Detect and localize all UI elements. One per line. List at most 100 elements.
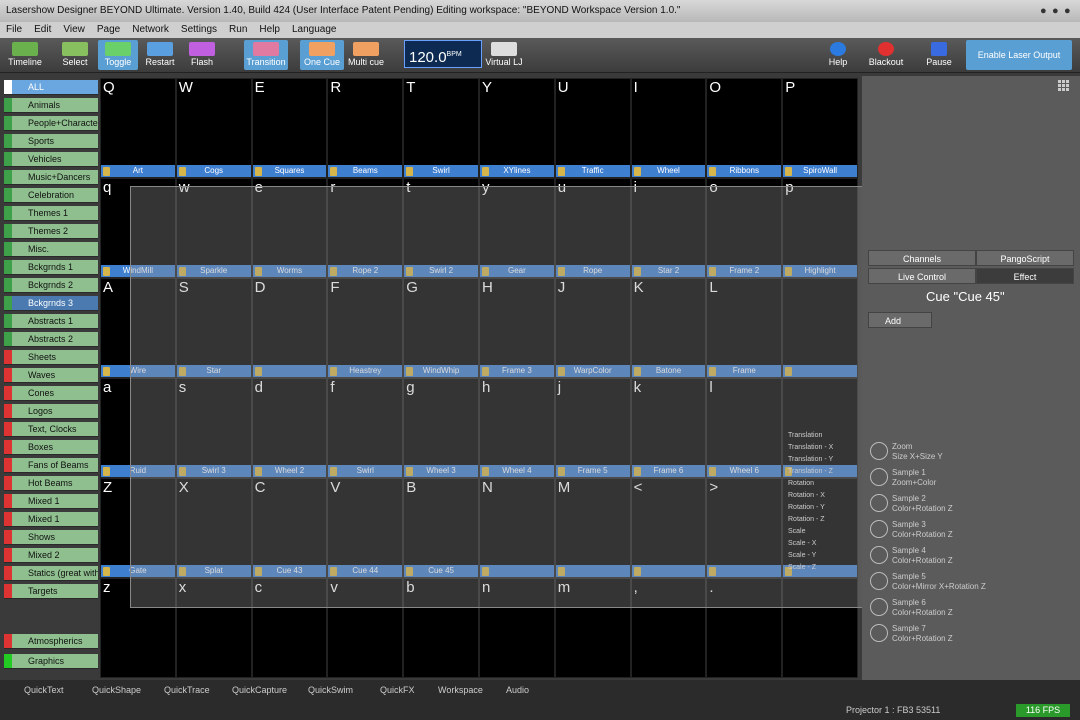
property-row[interactable]: Scale bbox=[784, 526, 860, 538]
sidebar-item[interactable]: Sports bbox=[4, 134, 98, 149]
sidebar-item[interactable]: Themes 1 bbox=[4, 206, 98, 221]
sidebar-item[interactable]: Bckgrnds 1 bbox=[4, 260, 98, 275]
menu-page[interactable]: Page bbox=[91, 22, 126, 38]
sidebar-item[interactable]: Hot Beams bbox=[4, 476, 98, 491]
sidebar-item[interactable]: Vehicles bbox=[4, 152, 98, 167]
tab-live-control[interactable]: Live Control bbox=[868, 268, 976, 284]
cue-cell[interactable]: P SpiroWall bbox=[782, 78, 858, 178]
effect-sample-icon[interactable] bbox=[870, 572, 888, 590]
sidebar-item[interactable]: Themes 2 bbox=[4, 224, 98, 239]
transition-button[interactable]: Transition bbox=[244, 40, 288, 70]
cue-cell[interactable]: R Beams bbox=[327, 78, 404, 178]
menu-view[interactable]: View bbox=[57, 22, 91, 38]
effect-sample-icon[interactable] bbox=[870, 598, 888, 616]
sidebar-item[interactable]: Sheets bbox=[4, 350, 98, 365]
minimize-icon[interactable]: ● bbox=[1040, 0, 1047, 22]
sidebar-item[interactable]: Mixed 2 bbox=[4, 548, 98, 563]
sidebar-item[interactable]: People+Characters bbox=[4, 116, 98, 131]
cue-cell[interactable]: U Traffic bbox=[554, 78, 631, 178]
property-row[interactable]: Rotation - Y bbox=[784, 502, 860, 514]
maximize-icon[interactable]: ● bbox=[1052, 0, 1059, 22]
property-row[interactable]: Rotation bbox=[784, 478, 860, 490]
sidebar-item[interactable]: Animals bbox=[4, 98, 98, 113]
effect-sample-icon[interactable] bbox=[870, 468, 888, 486]
sidebar-item[interactable]: Waves bbox=[4, 368, 98, 383]
tab-channels[interactable]: Channels bbox=[868, 250, 976, 266]
tab-pangoscript[interactable]: PangoScript bbox=[976, 250, 1074, 266]
sidebar-item[interactable]: Bckgrnds 3 bbox=[4, 296, 98, 311]
sidebar-item[interactable]: Abstracts 2 bbox=[4, 332, 98, 347]
menu-help[interactable]: Help bbox=[253, 22, 286, 38]
sidebar-item[interactable]: Bckgrnds 2 bbox=[4, 278, 98, 293]
bottom-tab[interactable]: QuickSwim bbox=[290, 682, 353, 698]
pause-button[interactable]: Pause bbox=[922, 40, 956, 70]
cue-cell[interactable]: W Cogs bbox=[175, 78, 252, 178]
one-cue-button[interactable]: One Cue bbox=[300, 40, 344, 70]
property-row[interactable]: Translation - X bbox=[784, 442, 860, 454]
close-icon[interactable]: ● bbox=[1064, 0, 1071, 22]
restart-button[interactable]: Restart bbox=[142, 40, 178, 70]
select-button[interactable]: Select bbox=[52, 40, 98, 70]
enable-laser-button[interactable]: Enable Laser Output bbox=[966, 40, 1072, 70]
sidebar-item[interactable]: Mixed 1 bbox=[4, 512, 98, 527]
sidebar-item[interactable]: Fans of Beams bbox=[4, 458, 98, 473]
cue-cell[interactable]: E Squares bbox=[251, 78, 328, 178]
menu-file[interactable]: File bbox=[0, 22, 28, 38]
property-row[interactable]: Translation - Y bbox=[784, 454, 860, 466]
sidebar-item[interactable]: Cones bbox=[4, 386, 98, 401]
sidebar-bottom-item[interactable]: Atmospherics bbox=[4, 634, 98, 649]
bottom-tab[interactable]: QuickFX bbox=[362, 682, 415, 698]
flash-button[interactable]: Flash bbox=[184, 40, 220, 70]
sidebar-item[interactable]: Mixed 1 bbox=[4, 494, 98, 509]
sidebar-item[interactable]: Boxes bbox=[4, 440, 98, 455]
sidebar-item[interactable]: Targets bbox=[4, 584, 98, 599]
effect-sample-icon[interactable] bbox=[870, 494, 888, 512]
sidebar-item[interactable]: Shows bbox=[4, 530, 98, 545]
property-row[interactable]: Scale - Y bbox=[784, 550, 860, 562]
grid-view-icon[interactable] bbox=[1058, 80, 1070, 92]
sidebar-bottom-item[interactable]: Graphics bbox=[4, 654, 98, 669]
add-effect-button[interactable]: Add bbox=[868, 312, 932, 328]
timeline-button[interactable]: Timeline bbox=[4, 40, 46, 70]
property-row[interactable]: Scale - X bbox=[784, 538, 860, 550]
effect-sample-icon[interactable] bbox=[870, 624, 888, 642]
property-row[interactable]: Rotation - Z bbox=[784, 514, 860, 526]
virtual-lj-button[interactable]: Virtual LJ bbox=[484, 40, 524, 70]
menu-settings[interactable]: Settings bbox=[175, 22, 223, 38]
tab-effect[interactable]: Effect bbox=[976, 268, 1074, 284]
multi-cue-button[interactable]: Multi cue bbox=[346, 40, 386, 70]
sidebar-item[interactable]: Celebration bbox=[4, 188, 98, 203]
menu-language[interactable]: Language bbox=[286, 22, 343, 38]
effect-sample-icon[interactable] bbox=[870, 520, 888, 538]
bottom-tab[interactable]: Audio bbox=[488, 682, 529, 698]
sidebar-item[interactable]: Statics (great with... bbox=[4, 566, 98, 581]
cue-cell[interactable]: T Swirl bbox=[403, 78, 479, 178]
menu-run[interactable]: Run bbox=[223, 22, 253, 38]
help-button[interactable]: Help bbox=[824, 40, 852, 70]
property-row[interactable]: Translation - Z bbox=[784, 466, 860, 478]
bottom-tab[interactable]: Workspace bbox=[420, 682, 483, 698]
property-row[interactable]: Scale - Z bbox=[784, 562, 860, 574]
menu-edit[interactable]: Edit bbox=[28, 22, 57, 38]
cue-cell[interactable]: I Wheel bbox=[630, 78, 707, 178]
cue-cell[interactable]: Y XYlines bbox=[479, 78, 555, 178]
cue-cell[interactable]: Q Art bbox=[100, 78, 176, 178]
menu-network[interactable]: Network bbox=[126, 22, 175, 38]
effect-sample-icon[interactable] bbox=[870, 546, 888, 564]
property-row[interactable]: Translation bbox=[784, 430, 860, 442]
bottom-tab[interactable]: QuickText bbox=[6, 682, 64, 698]
sidebar-item[interactable]: Abstracts 1 bbox=[4, 314, 98, 329]
bpm-display[interactable]: 120.0BPM bbox=[404, 40, 482, 68]
sidebar-item[interactable]: Music+Dancers bbox=[4, 170, 98, 185]
sidebar-item[interactable]: Misc. bbox=[4, 242, 98, 257]
sidebar-item[interactable]: Text, Clocks bbox=[4, 422, 98, 437]
sidebar-item[interactable]: Logos bbox=[4, 404, 98, 419]
sidebar-item[interactable]: ALL bbox=[4, 80, 98, 95]
property-row[interactable]: Rotation - X bbox=[784, 490, 860, 502]
bottom-tab[interactable]: QuickCapture bbox=[214, 682, 287, 698]
bottom-tab[interactable]: QuickShape bbox=[74, 682, 141, 698]
bottom-tab[interactable]: QuickTrace bbox=[146, 682, 210, 698]
blackout-button[interactable]: Blackout bbox=[866, 40, 906, 70]
cue-cell[interactable]: O Ribbons bbox=[706, 78, 783, 178]
toggle-button[interactable]: Toggle bbox=[98, 40, 138, 70]
